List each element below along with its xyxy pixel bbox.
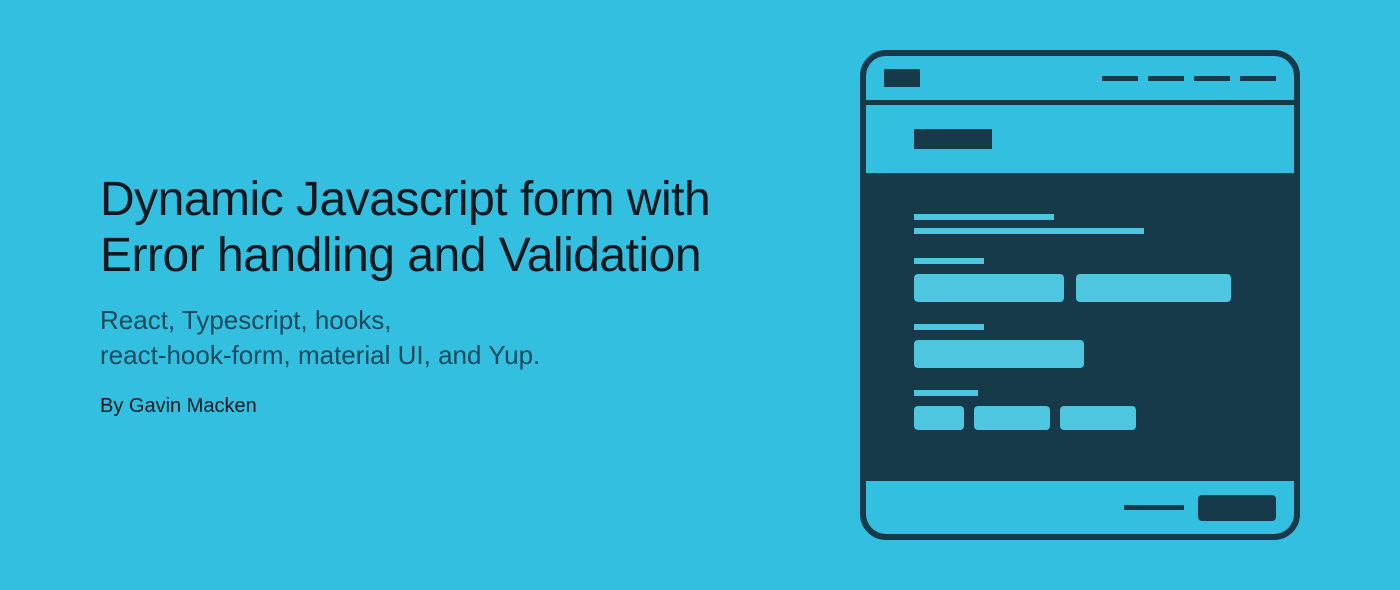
- pill-option: [1060, 406, 1136, 430]
- hero-band: [866, 100, 1294, 178]
- footer-text-line: [1124, 505, 1184, 510]
- byline: By Gavin Macken: [100, 395, 780, 418]
- nav-links: [1102, 76, 1276, 81]
- input-field: [914, 340, 1084, 368]
- field-label: [914, 324, 984, 330]
- nav-link-item: [1102, 76, 1138, 81]
- nav-link-item: [1194, 76, 1230, 81]
- nav-link-item: [1148, 76, 1184, 81]
- text-line: [914, 228, 1144, 234]
- input-field: [914, 274, 1064, 302]
- browser-illustration: [860, 50, 1300, 540]
- page-title: Dynamic Javascript form with Error handl…: [100, 172, 780, 285]
- input-row: [914, 340, 1246, 368]
- pill-option: [914, 406, 964, 430]
- browser-frame: [860, 50, 1300, 540]
- browser-topbar: [866, 56, 1294, 100]
- text-column: Dynamic Javascript form with Error handl…: [100, 172, 780, 418]
- submit-button-icon: [1198, 495, 1276, 521]
- text-line: [914, 214, 1054, 220]
- logo-icon: [884, 69, 920, 87]
- input-row: [914, 274, 1246, 302]
- hero-title-block: [914, 129, 992, 149]
- pill-row: [914, 406, 1246, 430]
- field-label: [914, 390, 978, 396]
- pill-option: [974, 406, 1050, 430]
- input-field: [1076, 274, 1231, 302]
- form-area: [866, 178, 1294, 476]
- nav-link-item: [1240, 76, 1276, 81]
- field-label: [914, 258, 984, 264]
- page-subtitle: React, Typescript, hooks, react-hook-for…: [100, 303, 780, 373]
- footer-band: [866, 476, 1294, 534]
